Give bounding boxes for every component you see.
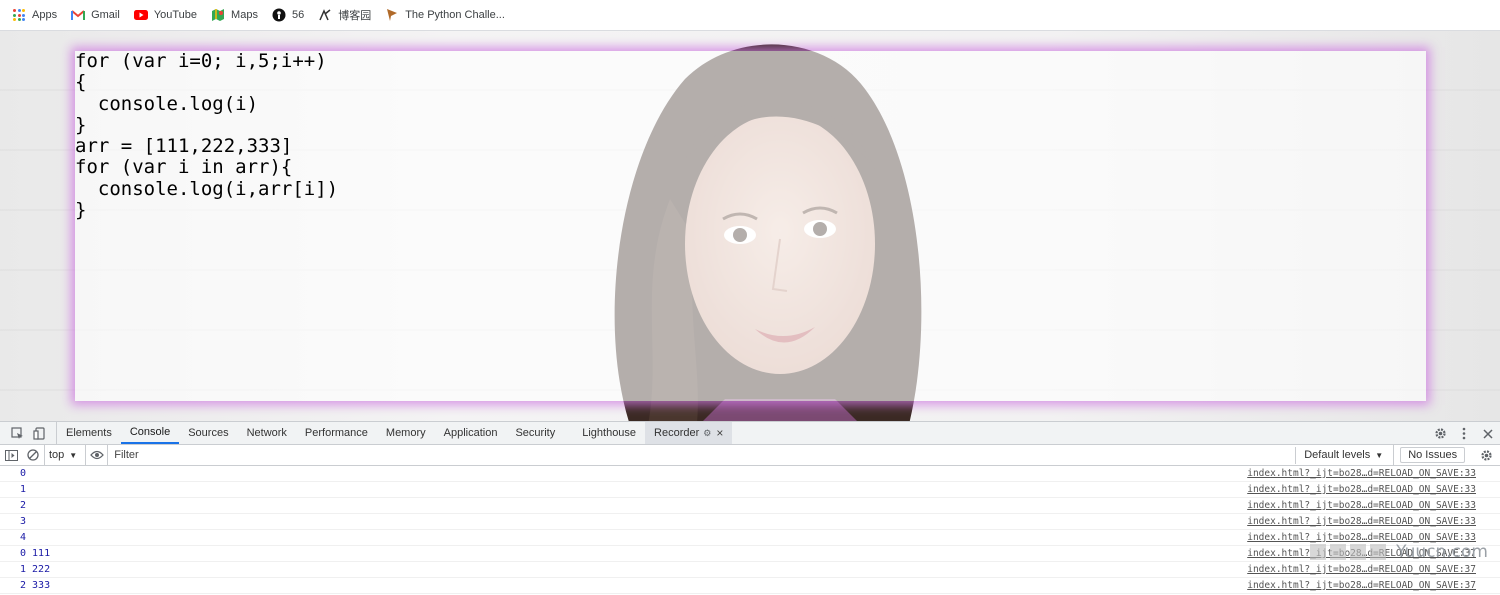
context-selector[interactable]: top ▼ [44, 444, 87, 466]
toggle-sidebar-icon[interactable] [0, 445, 22, 466]
close-devtools-icon[interactable] [1476, 422, 1500, 445]
tab-performance[interactable]: Performance [296, 422, 377, 444]
issues-button[interactable]: No Issues [1400, 447, 1466, 463]
devtools-panel: Elements Console Sources Network Perform… [0, 421, 1500, 595]
apps-grid-icon [12, 8, 26, 22]
console-messages: 0 index.html?_ijt=bo28…d=RELOAD_ON_SAVE:3… [0, 466, 1500, 594]
console-row: 3 index.html?_ijt=bo28…d=RELOAD_ON_SAVE:3… [0, 514, 1500, 530]
console-row: 1 index.html?_ijt=bo28…d=RELOAD_ON_SAVE:3… [0, 482, 1500, 498]
tab-label: Lighthouse [582, 427, 637, 439]
page-viewport: for (var i=0; i,5;i++) { console.log(i) … [0, 31, 1500, 421]
console-message: 3 [20, 516, 27, 527]
source-link[interactable]: index.html?_ijt=bo28…d=RELOAD_ON_SAVE:33 [1247, 516, 1476, 527]
tab-label: Sources [188, 427, 229, 439]
chevron-down-icon: ▼ [1375, 450, 1384, 460]
bookmark-label: YouTube [153, 9, 198, 21]
console-message: 1 222 [20, 564, 51, 575]
source-link[interactable]: index.html?_ijt=bo28…d=RELOAD_ON_SAVE:37 [1247, 564, 1476, 575]
tab-label: Memory [385, 427, 426, 439]
bookmark-apps[interactable]: Apps [12, 8, 57, 22]
source-link[interactable]: index.html?_ijt=bo28…d=RELOAD_ON_SAVE:37 [1247, 580, 1476, 591]
live-expression-eye-icon[interactable] [86, 444, 109, 466]
maps-icon [211, 8, 225, 22]
watermark: Yuucn.com [1310, 542, 1488, 562]
chevron-down-icon: ▼ [69, 450, 78, 460]
filter-input[interactable] [114, 446, 1297, 464]
console-message: 2 333 [20, 580, 51, 591]
watermark-text: Yuucn.com [1396, 542, 1488, 562]
console-message: 2 [20, 500, 27, 511]
console-row: 0 111index.html?_ijt=bo28…d=RELOAD_ON_SA… [0, 546, 1500, 562]
console-settings-gear-icon[interactable] [1475, 445, 1497, 466]
bookmark-maps[interactable]: Maps [211, 8, 258, 22]
tab-label: Performance [304, 427, 368, 439]
bookmark-label: 56 [291, 9, 305, 21]
code-text: for (var i=0; i,5;i++) { console.log(i) … [75, 50, 339, 222]
log-levels-dropdown[interactable]: Default levels ▼ [1296, 444, 1395, 466]
bookmark-youtube[interactable]: YouTube [133, 8, 198, 22]
console-message: 1 [20, 484, 27, 495]
settings-gear-icon[interactable] [1428, 422, 1452, 445]
source-link[interactable]: index.html?_ijt=bo28…d=RELOAD_ON_SAVE:33 [1247, 500, 1476, 511]
context-label: top [49, 449, 65, 461]
tab-label: Recorder [654, 427, 700, 439]
tab-label: Security [515, 427, 556, 439]
code-display-panel: for (var i=0; i,5;i++) { console.log(i) … [75, 50, 1426, 401]
experimental-flask-icon: ⚙ [703, 427, 712, 438]
bookmark-label: The Python Challe... [405, 9, 505, 21]
console-message: 0 111 [20, 548, 51, 559]
tab-label: Console [129, 426, 171, 438]
bookmark-gmail[interactable]: Gmail [71, 8, 120, 22]
tab-recorder[interactable]: Recorder ⚙ × [645, 422, 733, 444]
console-toolbar: top ▼ Default levels ▼ No Issues [0, 444, 1500, 466]
log-levels-label: Default levels [1304, 449, 1371, 461]
devtools-tabbar: Elements Console Sources Network Perform… [0, 422, 1500, 445]
cnblogs-icon [318, 8, 332, 22]
console-row: 2 index.html?_ijt=bo28…d=RELOAD_ON_SAVE:3… [0, 498, 1500, 514]
watermark-blocks [1310, 544, 1390, 560]
inspect-element-icon[interactable] [10, 426, 24, 440]
bookmark-label: Apps [32, 9, 58, 21]
bookmark-label: Maps [231, 9, 258, 21]
console-message: 0 [20, 468, 27, 479]
bookmark-56[interactable]: 56 [272, 8, 304, 22]
tab-memory[interactable]: Memory [377, 422, 435, 444]
close-tab-icon[interactable]: × [716, 426, 723, 440]
56-icon [272, 8, 286, 22]
console-message: 4 [20, 532, 27, 543]
tab-application[interactable]: Application [435, 422, 507, 444]
bookmark-label: 博客园 [338, 10, 372, 22]
tab-console[interactable]: Console [120, 422, 180, 444]
source-link[interactable]: index.html?_ijt=bo28…d=RELOAD_ON_SAVE:33 [1247, 468, 1476, 479]
bookmark-label: Gmail [91, 9, 120, 21]
console-row: 2 333 index.html?_ijt=bo28…d=RELOAD_ON_SA… [0, 578, 1500, 594]
gmail-icon [71, 8, 86, 22]
tabbar-tools [0, 422, 57, 444]
console-row: 0 index.html?_ijt=bo28…d=RELOAD_ON_SAVE:3… [0, 466, 1500, 482]
tab-label: Network [246, 427, 287, 439]
bookmarks-bar: Apps Gmail YouTube Maps 56 博客园 The Pytho… [0, 0, 1500, 31]
tabbar-right-controls [1428, 422, 1500, 445]
console-row: 4 index.html?_ijt=bo28…d=RELOAD_ON_SAVE:3… [0, 530, 1500, 546]
bookmark-python-challenge[interactable]: The Python Challe... [385, 8, 505, 22]
device-toolbar-icon[interactable] [32, 426, 46, 440]
clear-console-icon[interactable] [22, 445, 44, 466]
youtube-icon [133, 8, 148, 22]
tab-label: Elements [66, 427, 112, 439]
bookmark-cnblogs[interactable]: 博客园 [318, 7, 371, 23]
source-link[interactable]: index.html?_ijt=bo28…d=RELOAD_ON_SAVE:33 [1247, 484, 1476, 495]
python-challenge-icon [385, 8, 399, 22]
tab-network[interactable]: Network [238, 422, 296, 444]
more-options-icon[interactable] [1452, 422, 1476, 445]
tab-security[interactable]: Security [506, 422, 564, 444]
console-row: 1 222 index.html?_ijt=bo28…d=RELOAD_ON_SA… [0, 562, 1500, 578]
tab-elements[interactable]: Elements [57, 422, 121, 444]
tab-label: Application [443, 427, 498, 439]
tab-sources[interactable]: Sources [179, 422, 237, 444]
tab-lighthouse[interactable]: Lighthouse [564, 422, 645, 444]
